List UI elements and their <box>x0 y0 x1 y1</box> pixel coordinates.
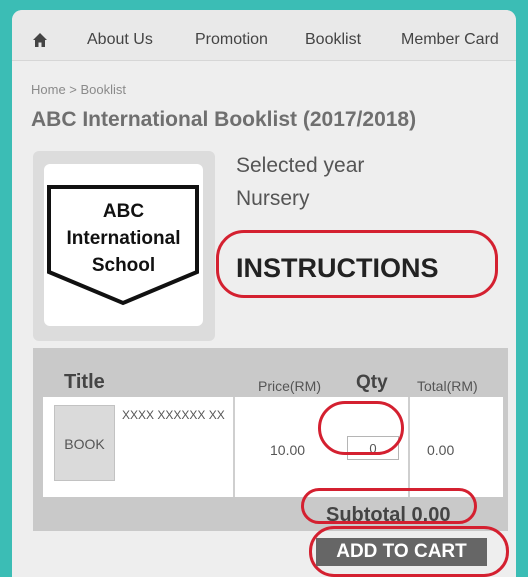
selected-year-label: Selected year <box>236 154 365 177</box>
logo-line-3: School <box>91 255 156 276</box>
nav-item-member-card[interactable]: Member Card <box>401 31 499 49</box>
header-title: Title <box>64 371 105 393</box>
add-to-cart-button[interactable]: ADD TO CART <box>316 538 487 566</box>
school-logo-box: ABC International School <box>33 151 215 341</box>
page-title: ABC International Booklist (2017/2018) <box>31 108 417 131</box>
book-title: XXXX XXXXXX XX <box>122 408 225 422</box>
school-logo: ABC International School <box>44 164 203 326</box>
table-row: BOOK XXXX XXXXXX XX 10.00 0.00 <box>43 397 503 497</box>
nav-item-promotion[interactable]: Promotion <box>195 31 268 49</box>
page-frame: About Us Promotion Booklist Member Card … <box>12 10 516 577</box>
book-thumbnail: BOOK <box>54 405 115 481</box>
breadcrumb[interactable]: Home > Booklist <box>31 82 126 97</box>
subtotal-highlight-ring <box>301 488 477 524</box>
logo-line-2: International <box>66 228 181 249</box>
qty-highlight-ring <box>318 401 404 455</box>
book-thumbnail-label: BOOK <box>64 436 105 452</box>
header-qty: Qty <box>356 372 388 393</box>
instructions-link[interactable]: INSTRUCTIONS <box>236 253 439 284</box>
column-divider <box>408 397 410 497</box>
book-total: 0.00 <box>427 442 455 458</box>
nav-item-booklist[interactable]: Booklist <box>305 31 361 49</box>
column-divider <box>233 397 235 497</box>
header-price: Price(RM) <box>258 378 321 394</box>
logo-line-1: ABC <box>102 201 145 222</box>
nav-item-about-us[interactable]: About Us <box>87 31 153 49</box>
top-nav: About Us Promotion Booklist Member Card <box>12 10 516 61</box>
logo-text: ABC International School <box>44 198 203 279</box>
home-icon[interactable] <box>32 32 48 48</box>
selected-year-value: Nursery <box>236 187 310 210</box>
book-price: 10.00 <box>270 442 306 458</box>
header-total: Total(RM) <box>417 378 478 394</box>
